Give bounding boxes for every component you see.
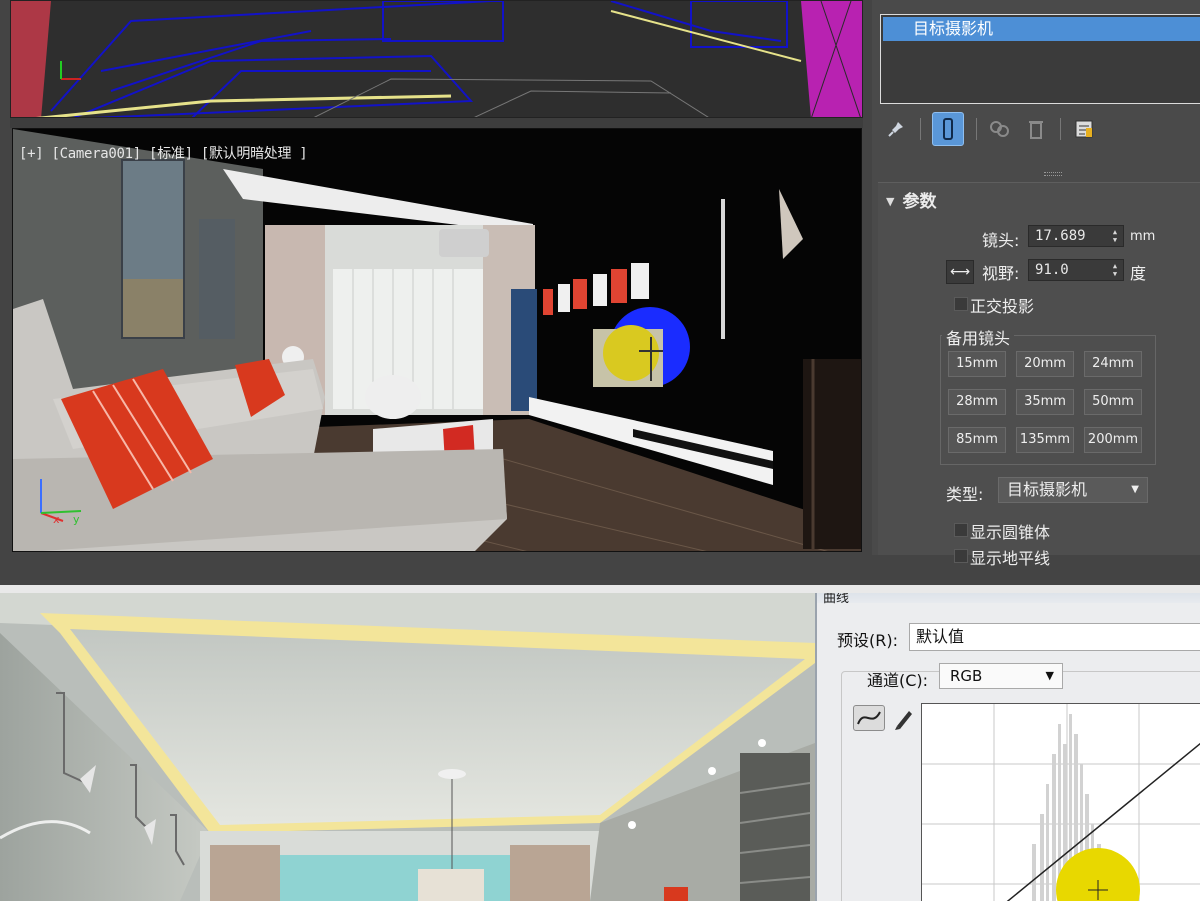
collapse-triangle-icon[interactable]: ▼ [886,195,894,208]
chevron-down-icon: ▼ [1131,484,1139,495]
channel-dropdown[interactable]: RGB ▼ [939,663,1063,689]
render-image-art [0,593,815,901]
fov-direction-toggle[interactable]: ⟷ [946,260,974,284]
stock-lenses-label: 备用镜头 [942,325,1015,349]
lens-button-200mm[interactable]: 200mm [1084,427,1142,453]
svg-text:x: x [53,513,60,526]
orthographic-label: 正交投影 [970,297,1035,316]
modifier-toolbar [880,112,1200,146]
panel-grip[interactable] [1044,172,1062,176]
camera-viewport[interactable]: x y [+] [Camera001] [标准] [默认明暗处理 ] [12,128,862,552]
dialog-title: 曲线 [823,593,850,606]
type-label: 类型: [946,485,984,504]
camera-type-dropdown[interactable]: 目标摄影机 ▼ [998,477,1148,503]
rendered-image [0,593,815,901]
viewport-label[interactable]: [+] [Camera001] [标准] [默认明暗处理 ] [19,143,308,163]
curves-dialog: 曲线 预设(R): 默认值 通道(C): RGB ▼ [815,593,1200,901]
curves-graph[interactable] [921,703,1200,901]
lens-button-28mm[interactable]: 28mm [948,389,1006,415]
lens-button-35mm[interactable]: 35mm [1016,389,1074,415]
remove-modifier-icon[interactable] [1020,112,1052,146]
modifier-stack-icon[interactable] [932,112,964,146]
spinner-arrows-icon[interactable]: ▲ ▼ [1110,262,1120,278]
show-horizon-label: 显示地平线 [970,549,1051,568]
lens-button-20mm[interactable]: 20mm [1016,351,1074,377]
curves-histogram [922,704,1200,901]
object-list-item-target-camera[interactable]: 目标摄影机 [883,17,1200,41]
lens-spinner[interactable]: 17.689 ▲ ▼ [1028,225,1124,247]
channel-label: 通道(C): [867,671,929,690]
command-panel: 目标摄影机 ▼ 参数 镜头: 17.689 ▲ ▼ mm ⟷ 视野: 91.0 … [872,0,1200,568]
show-cone-label: 显示圆锥体 [970,523,1051,542]
wireframe-render [11,1,862,117]
fov-label: 视野: [982,264,1020,283]
spinner-arrows-icon[interactable]: ▲ ▼ [1110,228,1120,244]
curve-tool-icon[interactable] [853,705,885,731]
fov-unit: 度 [1130,264,1147,283]
dialog-titlebar[interactable] [817,593,1200,603]
preset-dropdown[interactable]: 默认值 [909,623,1200,651]
lens-unit: mm [1130,229,1156,244]
lens-button-85mm[interactable]: 85mm [948,427,1006,453]
window-edge [0,585,1200,593]
chevron-down-icon: ▼ [1045,669,1054,682]
parameters-rollout: ▼ 参数 镜头: 17.689 ▲ ▼ mm ⟷ 视野: 91.0 ▲ ▼ 度 正交投… [878,182,1200,568]
orthographic-checkbox[interactable] [954,297,968,311]
object-list[interactable]: 目标摄影机 [880,14,1200,104]
viewport-separator [10,118,863,128]
pin-icon[interactable] [880,112,912,146]
lens-label: 镜头: [982,231,1020,250]
lens-button-135mm[interactable]: 135mm [1016,427,1074,453]
show-horizon-checkbox[interactable] [954,549,968,563]
lens-button-50mm[interactable]: 50mm [1084,389,1142,415]
lens-button-15mm[interactable]: 15mm [948,351,1006,377]
pencil-icon[interactable] [891,705,915,731]
configure-sets-icon[interactable] [1068,112,1100,146]
preset-label: 预设(R): [837,631,898,650]
unique-instance-icon[interactable] [984,112,1016,146]
lens-button-24mm[interactable]: 24mm [1084,351,1142,377]
rollout-header-parameters[interactable]: ▼ 参数 [886,187,936,212]
max-window: x y [+] [Camera001] [标准] [默认明暗处理 ] 目标摄影机 [0,0,1200,585]
perspective-viewport[interactable] [10,0,863,118]
svg-text:y: y [73,513,80,526]
fov-spinner[interactable]: 91.0 ▲ ▼ [1028,259,1124,281]
camera-view-render: x y [13,129,861,551]
show-cone-checkbox[interactable] [954,523,968,537]
